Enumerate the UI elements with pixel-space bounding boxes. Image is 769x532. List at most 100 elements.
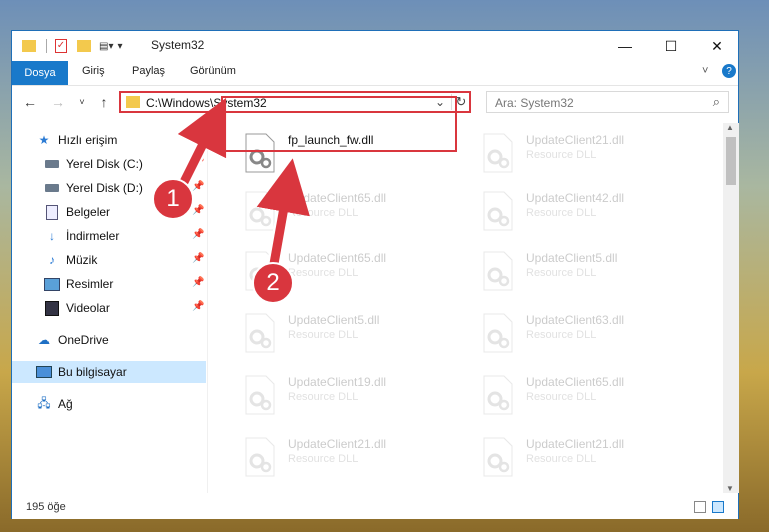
sidebar-item-videos[interactable]: Videolar 📌 <box>12 297 206 319</box>
dll-file-icon <box>483 191 513 231</box>
file-type: Resource DLL <box>288 391 359 403</box>
pin-icon[interactable]: 📌 <box>192 301 204 312</box>
search-input[interactable]: Ara: System32 ⌕ <box>486 91 729 113</box>
file-item[interactable]: UpdateClient21.dll Resource DLL <box>474 431 699 483</box>
pin-icon[interactable]: 📌 <box>192 277 204 288</box>
sidebar-item-local-disk-c[interactable]: Yerel Disk (C:) 📌 <box>12 153 206 175</box>
dll-file-icon <box>483 313 513 353</box>
pin-icon[interactable]: 📌 <box>192 205 204 216</box>
sidebar-item-label: Bu bilgisayar <box>58 365 127 379</box>
new-folder-icon[interactable] <box>77 40 91 52</box>
file-name: UpdateClient42.dll <box>526 191 625 205</box>
file-item[interactable]: UpdateClient21.dll Resource DLL <box>474 127 699 179</box>
sidebar-item-label: Resimler <box>66 277 114 291</box>
back-arrow-icon[interactable]: ← <box>20 92 40 112</box>
close-button[interactable]: ✕ <box>694 31 740 61</box>
file-item[interactable]: UpdateClient42.dll Resource DLL <box>474 185 699 237</box>
tiles-view-icon[interactable] <box>712 501 724 513</box>
sidebar-item-label: Müzik <box>66 253 98 267</box>
pin-icon[interactable]: 📌 <box>192 157 204 168</box>
file-item[interactable]: UpdateClient19.dll Resource DLL <box>236 369 461 421</box>
sidebar-item-downloads[interactable]: ↓ İndirmeler 📌 <box>12 225 206 247</box>
help-icon[interactable]: ? <box>722 64 736 78</box>
search-placeholder: Ara: System32 <box>495 96 574 110</box>
folder-icon <box>126 96 140 108</box>
sidebar-item-music[interactable]: ♪ Müzik 📌 <box>12 249 206 271</box>
title-bar: ✓ ▤▾ ▾ System32 — ☐ ✕ <box>12 31 738 61</box>
sidebar-item-label: OneDrive <box>58 333 109 347</box>
file-item[interactable]: UpdateClient63.dll Resource DLL <box>474 307 699 359</box>
pin-icon[interactable]: 📌 <box>192 229 204 240</box>
file-type: Resource DLL <box>526 267 597 279</box>
file-name: UpdateClient21.dll <box>288 437 387 451</box>
file-name: UpdateClient21.dll <box>526 133 625 147</box>
expand-ribbon-icon[interactable]: ˅ <box>702 65 708 77</box>
dll-file-icon <box>483 437 513 477</box>
file-item[interactable]: UpdateClient21.dll Resource DLL <box>236 431 461 483</box>
sidebar-item-quick-access[interactable]: ★ Hızlı erişim <box>12 129 206 151</box>
drive-icon <box>44 156 60 172</box>
file-item[interactable]: UpdateClient5.dll Resource DLL <box>474 245 699 297</box>
pin-icon[interactable]: 📌 <box>192 253 204 264</box>
file-name: UpdateClient5.dll <box>526 251 618 265</box>
star-icon: ★ <box>38 133 50 147</box>
sidebar-item-label: Belgeler <box>66 205 111 219</box>
tab-share[interactable]: Paylaş <box>132 65 165 77</box>
drive-icon <box>44 180 60 196</box>
file-name: UpdateClient63.dll <box>526 313 625 327</box>
dll-file-icon <box>483 251 513 291</box>
scrollbar-thumb[interactable] <box>726 137 736 185</box>
dll-file-icon <box>245 313 275 353</box>
picture-icon <box>44 276 60 292</box>
forward-arrow-icon[interactable]: → <box>48 92 68 112</box>
pin-icon[interactable]: 📌 <box>192 181 204 192</box>
download-icon: ↓ <box>49 229 55 243</box>
file-item[interactable]: UpdateClient65.dll Resource DLL <box>236 185 461 237</box>
separator <box>46 39 47 53</box>
chevron-down-icon[interactable]: ▾ <box>117 41 122 52</box>
step-number: 2 <box>252 262 294 304</box>
search-icon: ⌕ <box>712 94 720 109</box>
dll-file-icon <box>245 375 275 415</box>
file-type: Resource DLL <box>526 453 597 465</box>
dll-file-icon <box>245 191 275 231</box>
details-view-icon[interactable] <box>694 501 706 513</box>
properties-icon[interactable]: ✓ <box>55 39 67 53</box>
sidebar-item-label: Yerel Disk (C:) <box>66 157 143 171</box>
file-list: fp_launch_fw.dll UpdateClient21.dll Reso… <box>208 123 722 493</box>
recent-locations-icon[interactable]: ˅ <box>72 92 92 112</box>
tab-home[interactable]: Giriş <box>82 65 105 77</box>
folder-icon[interactable] <box>22 40 36 52</box>
minimize-button[interactable]: — <box>602 31 648 61</box>
sidebar-item-label: Yerel Disk (D:) <box>66 181 143 195</box>
scroll-up-icon[interactable]: ▲ <box>726 123 734 132</box>
file-name: UpdateClient21.dll <box>526 437 625 451</box>
sidebar-item-label: İndirmeler <box>66 229 120 243</box>
file-type: Resource DLL <box>526 149 597 161</box>
file-name: UpdateClient5.dll <box>288 313 380 327</box>
status-bar: 195 öğe <box>12 497 738 519</box>
tab-file[interactable]: Dosya <box>12 61 68 85</box>
vertical-scrollbar[interactable]: ▲ ▼ <box>723 123 739 493</box>
up-arrow-icon[interactable]: ↑ <box>94 92 114 112</box>
file-name: UpdateClient65.dll <box>526 375 625 389</box>
maximize-button[interactable]: ☐ <box>648 31 694 61</box>
file-type: Resource DLL <box>526 391 597 403</box>
dll-file-icon <box>483 133 513 173</box>
scroll-down-icon[interactable]: ▼ <box>726 484 734 493</box>
sidebar-item-network[interactable]: 🖧 Ağ <box>12 393 206 415</box>
sidebar-item-onedrive[interactable]: ☁ OneDrive <box>12 329 206 351</box>
ribbon-tabs: Dosya Giriş Paylaş Görünüm ˅ ? <box>12 61 738 86</box>
quick-access-toolbar: ✓ ▤▾ ▾ <box>22 37 123 55</box>
sidebar-item-label: Ağ <box>58 397 73 411</box>
sidebar-item-label: Videolar <box>66 301 110 315</box>
file-type: Resource DLL <box>288 267 359 279</box>
step-number: 1 <box>152 178 194 220</box>
sidebar-item-pictures[interactable]: Resimler 📌 <box>12 273 206 295</box>
file-type: Resource DLL <box>526 329 597 341</box>
tab-view[interactable]: Görünüm <box>190 65 236 77</box>
file-item[interactable]: UpdateClient65.dll Resource DLL <box>474 369 699 421</box>
file-item[interactable]: UpdateClient5.dll Resource DLL <box>236 307 461 359</box>
sidebar-item-this-pc[interactable]: Bu bilgisayar <box>12 361 206 383</box>
customize-toolbar-icon[interactable]: ▤▾ <box>99 41 113 52</box>
